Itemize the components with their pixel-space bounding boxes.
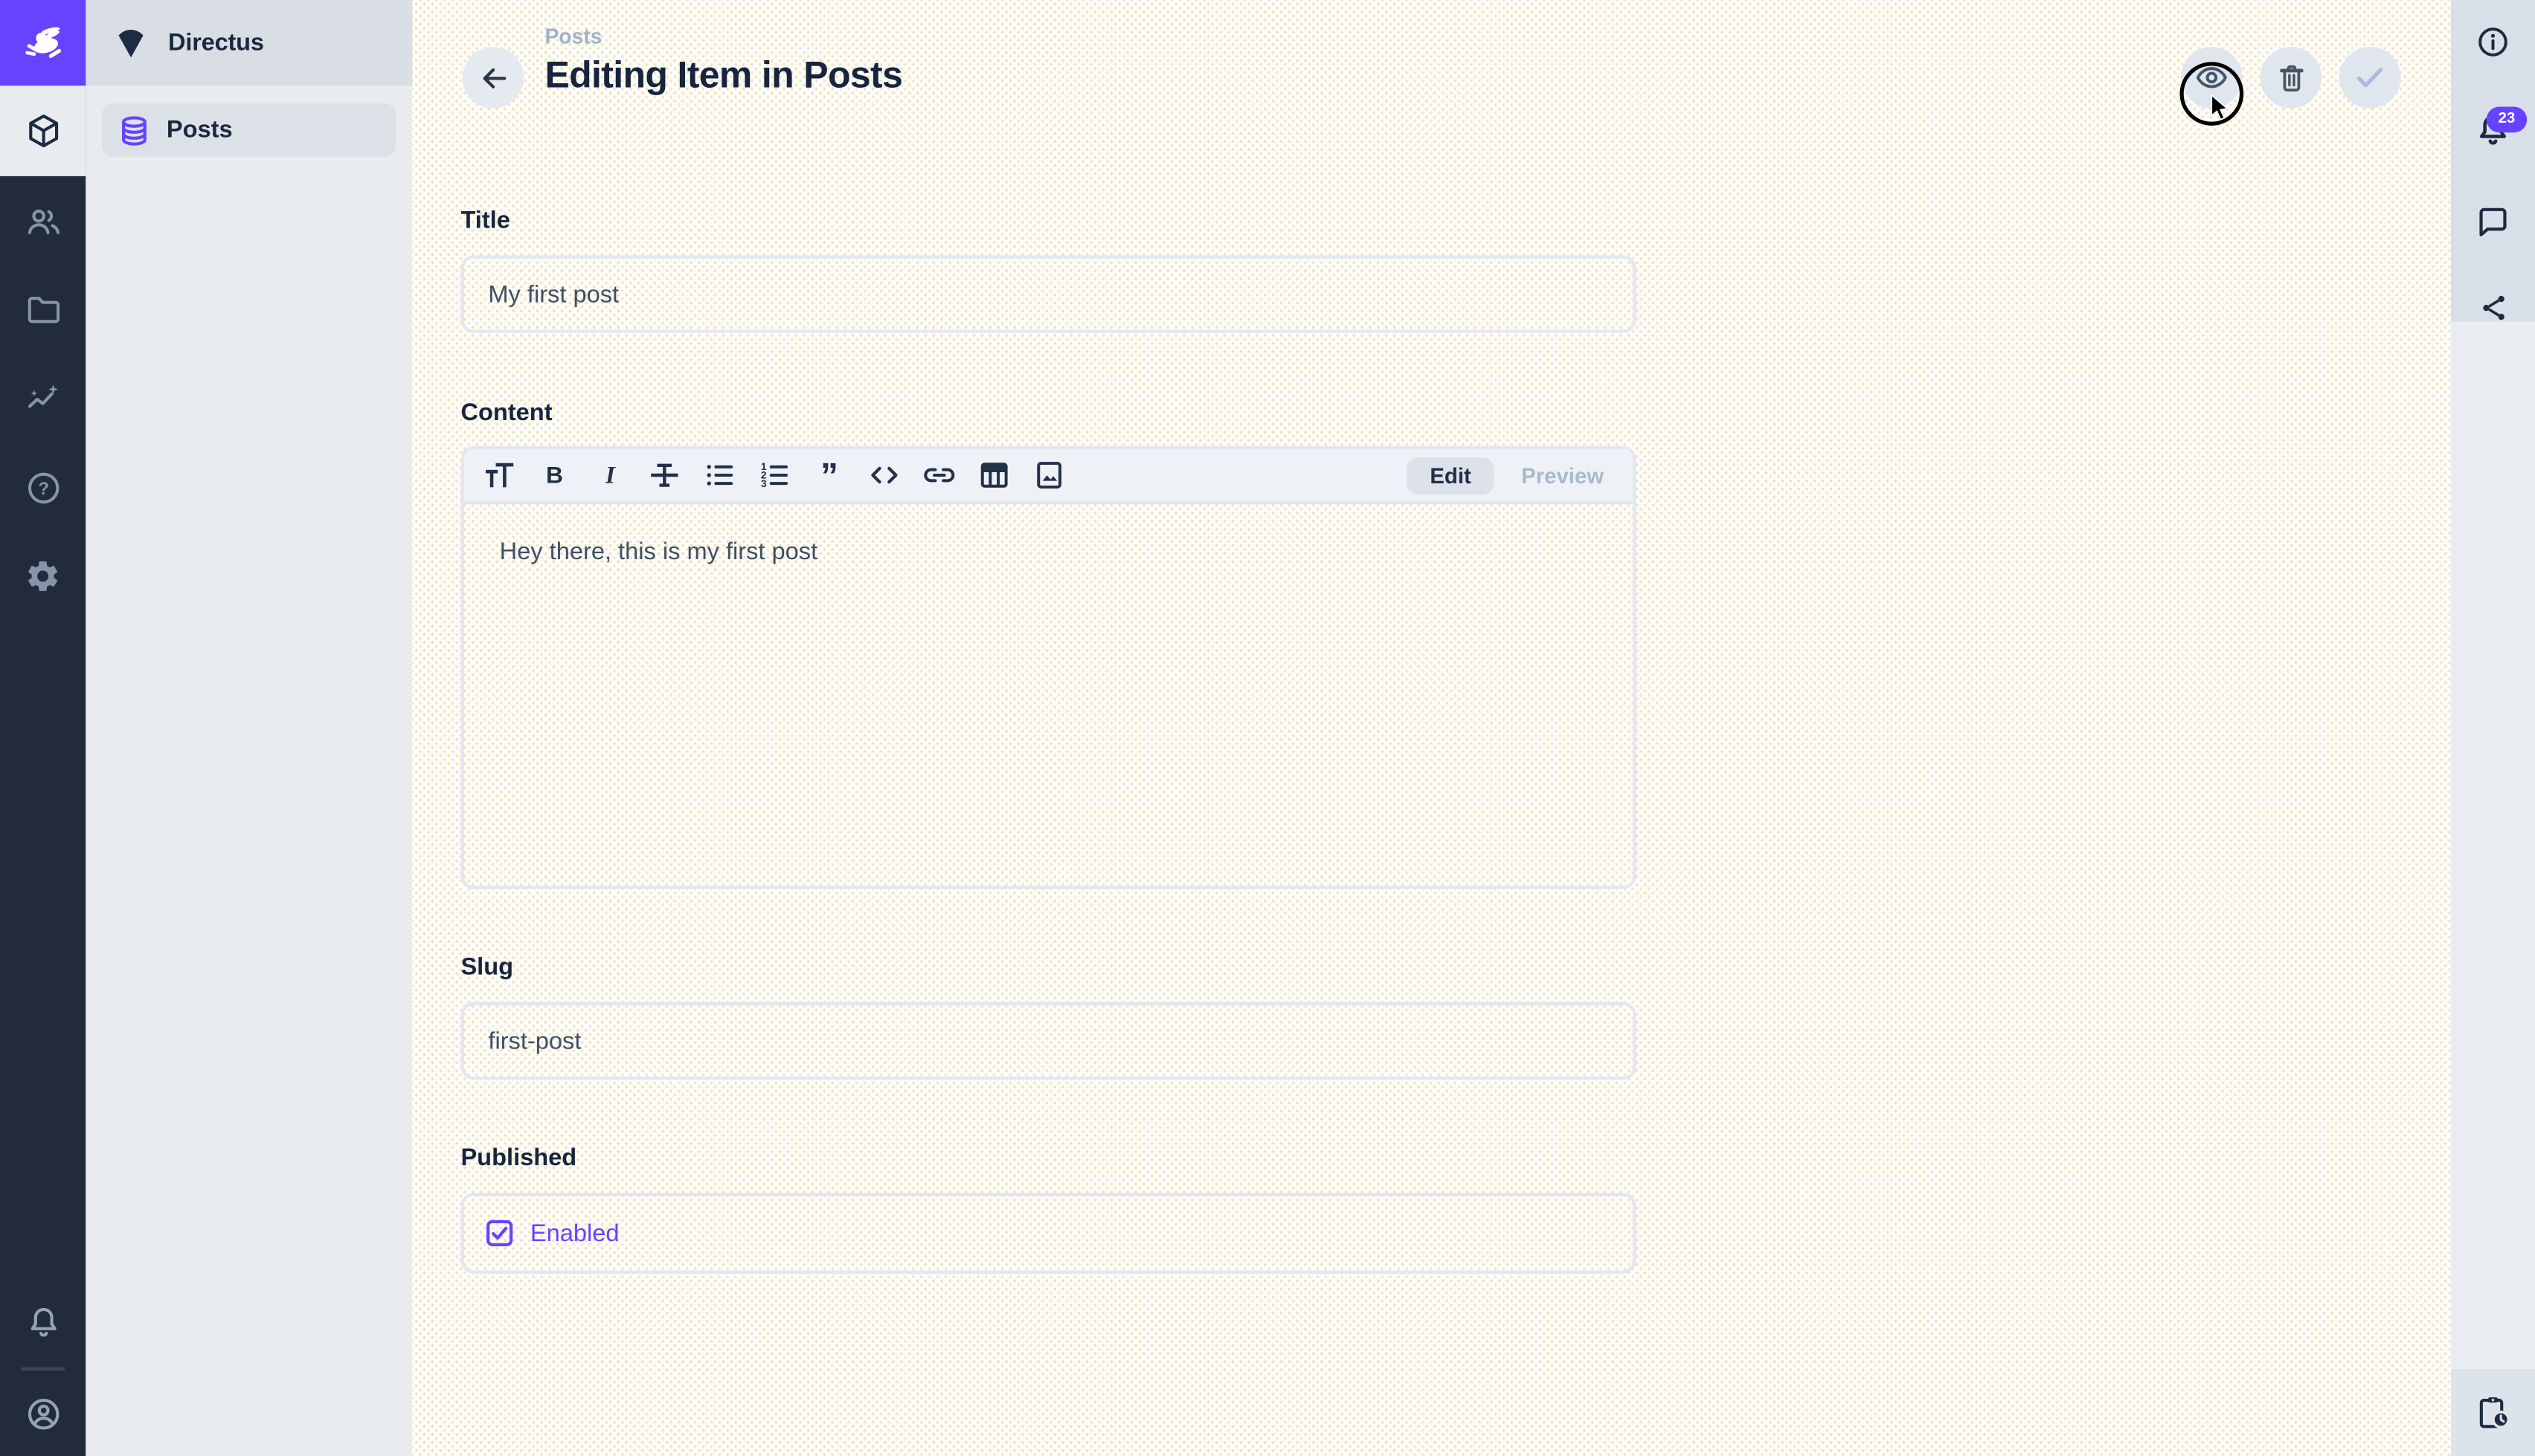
tab-edit[interactable]: Edit (1407, 457, 1494, 494)
module-help[interactable]: ? (0, 443, 86, 532)
module-bar: ? (0, 0, 86, 1456)
preview-item-button[interactable] (2181, 47, 2243, 109)
rabbit-logo-icon (19, 19, 67, 67)
help-icon: ? (24, 468, 62, 506)
project-name: Directus (168, 29, 264, 57)
published-field: Enabled (460, 1193, 1636, 1274)
svg-text:3: 3 (760, 477, 766, 489)
delete-item-button[interactable] (2261, 47, 2322, 109)
table-button[interactable] (975, 457, 1012, 494)
module-insights[interactable] (0, 354, 86, 443)
share-sidebar-button[interactable] (2475, 289, 2511, 325)
right-sidebar: 23 (2451, 0, 2535, 1456)
breadcrumb[interactable]: Posts (544, 25, 602, 49)
published-checkbox[interactable] (485, 1219, 514, 1248)
module-files[interactable] (0, 265, 86, 354)
strikethrough-button[interactable] (645, 457, 682, 494)
content-field-label: Content (460, 399, 552, 427)
database-icon (115, 111, 153, 149)
slug-input[interactable] (460, 1002, 1636, 1080)
gear-icon (25, 558, 62, 595)
tab-preview[interactable]: Preview (1521, 463, 1604, 488)
trash-icon (2274, 61, 2308, 95)
module-settings[interactable] (0, 532, 86, 621)
box-icon (24, 112, 62, 150)
bullet-list-button[interactable] (700, 457, 737, 494)
notifications-button[interactable] (0, 1280, 86, 1367)
user-menu-button[interactable] (0, 1370, 86, 1456)
sidebar-item-posts[interactable]: Posts (102, 103, 396, 157)
svg-text:B: B (545, 461, 562, 488)
gem-icon (112, 24, 150, 62)
image-button[interactable] (1029, 457, 1067, 494)
back-button[interactable] (463, 47, 524, 109)
page-title: Editing Item in Posts (544, 54, 902, 97)
sidebar-item-label: Posts (167, 116, 233, 144)
save-item-button[interactable] (2339, 47, 2401, 109)
slug-field-label: Slug (460, 953, 513, 981)
insights-icon (24, 379, 62, 418)
notification-count-badge: 23 (2487, 106, 2527, 132)
editor-mode-tabs: Edit Preview (1407, 457, 1617, 494)
numbered-list-button[interactable]: 1 2 3 (755, 457, 792, 494)
directus-logo[interactable] (0, 0, 86, 86)
code-button[interactable] (865, 457, 902, 494)
info-sidebar-button[interactable] (2475, 25, 2511, 60)
editor-toolbar: B I (464, 449, 1633, 504)
module-content[interactable] (0, 86, 86, 176)
eye-icon (2194, 59, 2229, 95)
project-switcher[interactable]: Directus (86, 0, 412, 86)
link-button[interactable] (920, 457, 957, 494)
title-field-label: Title (460, 207, 510, 234)
info-icon (2475, 25, 2511, 60)
bell-icon (24, 1304, 62, 1343)
nav-sidebar: Directus Posts (86, 0, 412, 1456)
revisions-drawer-button[interactable] (2451, 1369, 2535, 1456)
comment-bubble-icon (2475, 204, 2511, 239)
bold-button[interactable]: B (535, 457, 572, 494)
module-users[interactable] (0, 176, 86, 265)
content-editor-textarea[interactable]: Hey there, this is my first post (464, 504, 1633, 599)
check-icon (2352, 59, 2388, 95)
share-icon (2476, 290, 2510, 324)
blockquote-button[interactable]: ” (810, 457, 847, 494)
arrow-left-icon (476, 61, 510, 95)
svg-text:”: ” (820, 457, 838, 493)
svg-text:I: I (604, 462, 615, 489)
users-icon (24, 202, 62, 240)
comments-sidebar-button[interactable] (2475, 204, 2511, 239)
heading-button[interactable] (481, 457, 518, 494)
title-input[interactable] (460, 255, 1636, 332)
rich-text-editor: B I (460, 446, 1636, 889)
clipboard-clock-icon (2473, 1394, 2512, 1432)
folder-icon (24, 290, 62, 329)
main-content: Posts Editing Item in Posts (412, 0, 2451, 1456)
svg-text:?: ? (37, 478, 48, 498)
italic-button[interactable]: I (590, 457, 627, 494)
app-window: ? (0, 0, 2535, 1456)
published-field-label: Published (460, 1144, 576, 1172)
published-checkbox-label[interactable]: Enabled (530, 1220, 620, 1247)
user-avatar-icon (24, 1394, 62, 1433)
